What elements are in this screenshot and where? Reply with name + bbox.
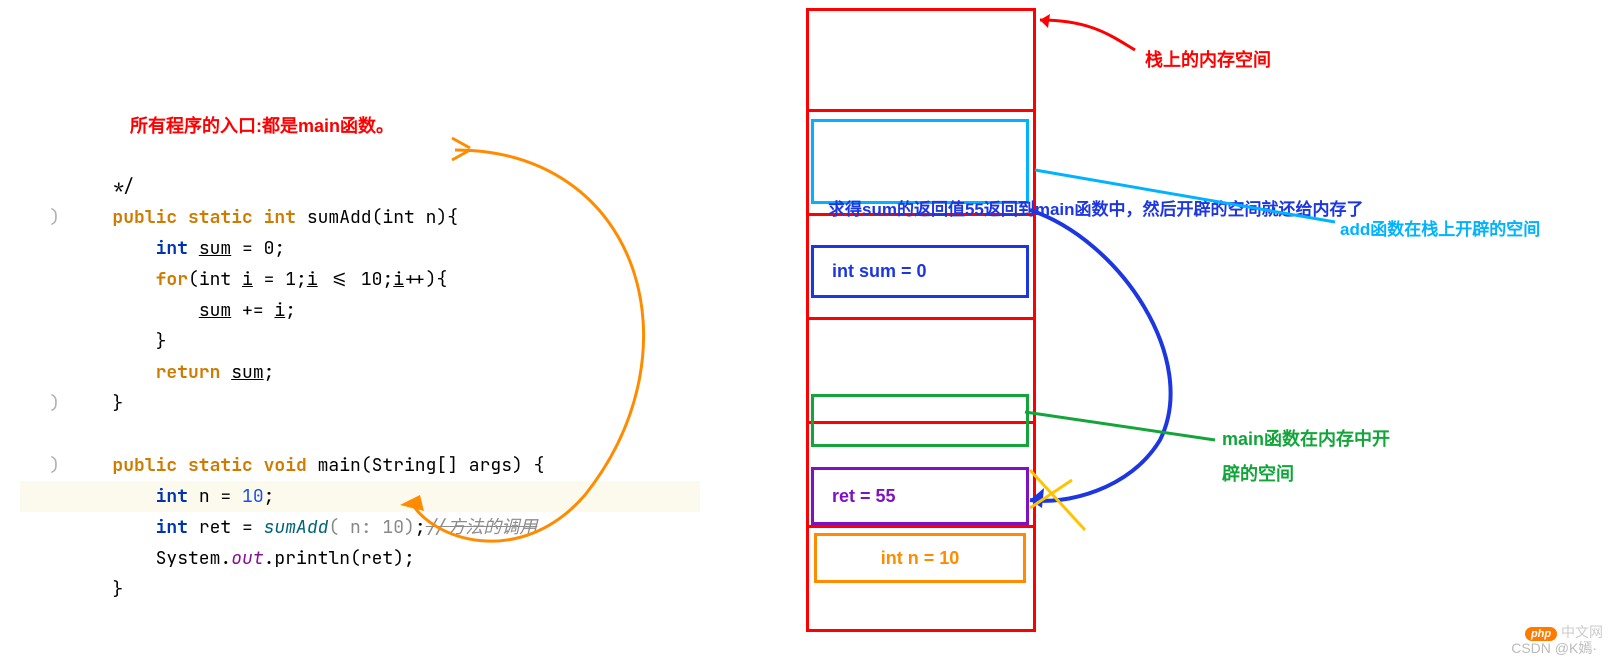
stack-cell-0 xyxy=(806,8,1036,112)
sum-box: int sum = 0 xyxy=(811,245,1029,298)
main-space-annot-2: 辟的空间 xyxy=(1222,460,1294,486)
stack-title-annot: 栈上的内存空间 xyxy=(1145,46,1271,72)
add-frame-box xyxy=(811,119,1029,204)
add-space-annot: add函数在栈上开辟的空间 xyxy=(1340,215,1540,240)
n-box: int n = 10 xyxy=(814,533,1026,583)
entry-title: 所有程序的入口:都是main函数。 xyxy=(130,112,394,138)
stack-diagram: int sum = 0 ret = 55 int n = 10 xyxy=(806,8,1038,638)
main-frame-box xyxy=(811,394,1029,447)
code-block: */ ) public static int sumAdd(int n){ in… xyxy=(20,140,700,605)
ret-box: ret = 55 xyxy=(811,467,1029,525)
main-space-annot-1: main函数在内存中开 xyxy=(1222,425,1390,451)
csdn-watermark: CSDN @K嫣· xyxy=(1511,638,1597,658)
sum-return-annot: 求得sum的返回值55返回到main函数中，然后开辟的空间就还给内存了 xyxy=(828,195,1364,220)
